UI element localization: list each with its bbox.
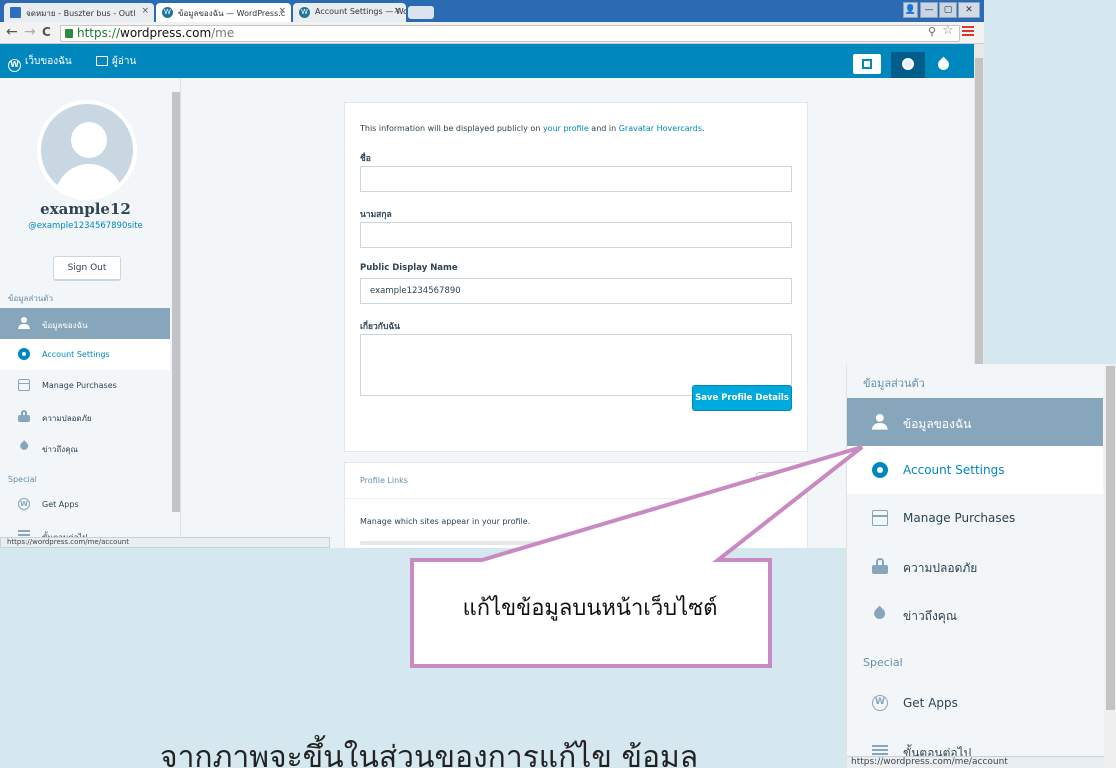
inset-item-security[interactable]: ความปลอดภัย (847, 542, 1103, 590)
profile-intro-text: This information will be displayed publi… (360, 124, 705, 133)
sign-out-button[interactable]: Sign Out (53, 256, 121, 281)
gravatar-hovercards-link[interactable]: Gravatar Hovercards (619, 124, 702, 133)
sidebar-scrollbar-thumb[interactable] (172, 92, 180, 512)
profile-avatar[interactable] (37, 100, 137, 200)
me-button[interactable] (891, 52, 925, 78)
tab-close-icon[interactable]: × (141, 6, 149, 16)
sidebar-item-get-apps[interactable]: W Get Apps (0, 489, 170, 520)
wordpress-icon: W (299, 7, 310, 18)
sidebar-item-account-settings[interactable]: Account Settings (0, 339, 170, 370)
profile-links-header: Profile Links ⊕เพิ่ม (345, 463, 807, 499)
inset-scrollbar[interactable] (1104, 364, 1116, 768)
close-window-button[interactable]: ✕ (958, 2, 980, 18)
inset-item-my-profile[interactable]: ข้อมูลของฉัน (847, 398, 1103, 446)
first-name-field[interactable] (360, 166, 792, 192)
zoomed-sidebar-inset: ข้อมูลส่วนตัว ข้อมูลของฉัน Account Setti… (846, 364, 1116, 768)
profile-display-name: example12 (40, 200, 131, 218)
write-post-button[interactable] (853, 54, 881, 74)
new-tab-button[interactable] (408, 6, 434, 19)
reader-link[interactable]: ผู้อ่าน (96, 54, 136, 69)
wp-masterbar: W เว็บของฉัน ผู้อ่าน (0, 44, 974, 78)
wordpress-icon: W (18, 498, 30, 510)
sidebar-item-my-profile[interactable]: ข้อมูลของฉัน (0, 308, 170, 339)
tab-strip: จดหมาย - Buszter bus - Outl × W ข้อมูลขอ… (0, 0, 984, 22)
person-icon (872, 414, 893, 435)
profile-username[interactable]: @example1234567890site (0, 221, 171, 231)
lock-icon (65, 29, 73, 38)
bookmark-star-icon[interactable]: ☆ (942, 23, 954, 38)
profile-links-card: Profile Links ⊕เพิ่ม Manage which sites … (344, 462, 808, 548)
address-bar[interactable]: https://wordpress.com/me (60, 25, 960, 42)
person-icon (18, 317, 30, 329)
avatar (902, 58, 914, 70)
caption-text: จากภาพจะขึ้นในส่วนของการแก้ไข ข้อมูล (160, 740, 699, 768)
notifications-bell-icon[interactable] (935, 56, 952, 73)
my-site-link[interactable]: W เว็บของฉัน (8, 54, 72, 72)
inset-item-notifications[interactable]: ข่าวถึงคุณ (847, 590, 1103, 638)
credit-card-icon (872, 510, 888, 526)
inset-scrollbar-thumb[interactable] (1106, 366, 1115, 710)
sidebar-item-security[interactable]: ความปลอดภัย (0, 401, 170, 432)
display-name-label: Public Display Name (360, 263, 458, 273)
callout-text: แก้ไขข้อมูลบนหน้าเว็บไซต์ (462, 596, 718, 621)
inset-status-url: https://wordpress.com/me/account (847, 756, 1104, 768)
reload-button[interactable]: C (42, 25, 51, 39)
credit-card-icon (18, 379, 30, 391)
zoom-icon[interactable]: ⚲ (928, 25, 936, 38)
profile-form-card: This information will be displayed publi… (344, 102, 808, 452)
about-me-label: เกี่ยวกับฉัน (360, 322, 400, 332)
browser-menu-icon[interactable] (962, 26, 974, 38)
inset-item-get-apps[interactable]: W Get Apps (847, 679, 1103, 727)
first-name-label: ชื่อ (360, 154, 371, 164)
profile-links-hint (360, 541, 630, 545)
maximize-button[interactable]: ▢ (939, 2, 957, 18)
gear-icon (872, 462, 888, 478)
save-profile-button[interactable]: Save Profile Details (692, 385, 792, 411)
sidebar-item-notifications[interactable]: ข่าวถึงคุณ (0, 432, 170, 463)
tab-outlook[interactable]: จดหมาย - Buszter bus - Outl × (4, 3, 154, 22)
lock-icon (18, 410, 30, 422)
sidebar-item-manage-purchases[interactable]: Manage Purchases (0, 370, 170, 401)
user-profile-button[interactable]: 👤 (903, 2, 918, 18)
profile-links-title: Profile Links (360, 476, 408, 485)
bell-icon (872, 606, 888, 622)
forward-button[interactable]: → (24, 24, 36, 40)
minimize-button[interactable]: — (920, 2, 938, 18)
sidebar-scrollbar[interactable] (171, 80, 181, 530)
inset-heading-profile: ข้อมูลส่วนตัว (863, 377, 925, 390)
me-sidebar: example12 @example1234567890site Sign Ou… (0, 78, 181, 548)
gear-icon (18, 348, 30, 360)
back-button[interactable]: ← (6, 24, 18, 40)
lock-icon (872, 558, 888, 574)
inset-item-account-settings[interactable]: Account Settings (847, 446, 1103, 494)
last-name-label: นามสกุล (360, 210, 392, 220)
inset-item-manage-purchases[interactable]: Manage Purchases (847, 494, 1103, 542)
reader-icon (96, 56, 108, 66)
wordpress-icon: W (162, 7, 173, 18)
browser-toolbar: ← → C https://wordpress.com/me ⚲ ☆ (0, 22, 984, 44)
mail-icon (10, 7, 21, 18)
inset-heading-special: Special (863, 656, 903, 669)
browser-window: จดหมาย - Buszter bus - Outl × W ข้อมูลขอ… (0, 0, 984, 548)
your-profile-link[interactable]: your profile (543, 124, 589, 133)
last-name-field[interactable] (360, 222, 792, 248)
sidebar-heading-special: Special (8, 475, 37, 484)
wordpress-icon: W (872, 695, 888, 711)
display-name-field[interactable]: example1234567890 (360, 278, 792, 304)
status-bar-url: https://wordpress.com/me/account (0, 537, 330, 548)
tab-close-icon[interactable]: × (278, 6, 286, 16)
tab-my-profile[interactable]: W ข้อมูลของฉัน — WordPress.c × (156, 3, 291, 22)
profile-links-description: Manage which sites appear in your profil… (360, 517, 531, 526)
wordpress-icon: W (8, 59, 21, 72)
tab-account-settings[interactable]: W Account Settings — WordPre × (293, 3, 406, 22)
edit-icon (862, 59, 872, 69)
tab-close-icon[interactable]: × (393, 6, 401, 16)
sidebar-heading-profile: ข้อมูลส่วนตัว (8, 294, 53, 303)
bell-icon (18, 441, 30, 453)
add-link-button[interactable]: ⊕เพิ่ม (756, 472, 789, 488)
